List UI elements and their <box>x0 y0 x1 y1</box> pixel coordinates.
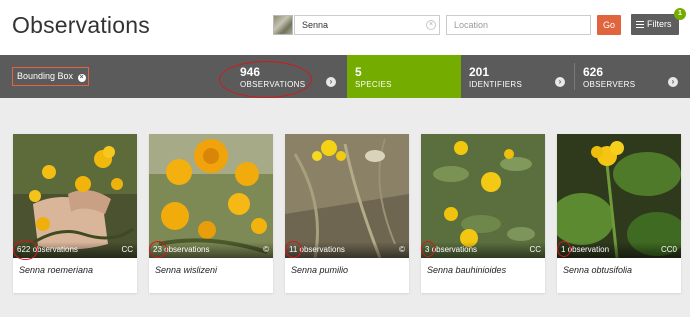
arrow-right-icon: › <box>668 77 678 87</box>
species-name[interactable]: Senna pumilio <box>291 265 348 275</box>
stat-observers-label: OBSERVERS <box>583 80 636 89</box>
stat-observers[interactable]: 626 OBSERVERS › <box>583 55 683 98</box>
bounding-box-label: Bounding Box <box>17 71 74 81</box>
species-photo[interactable]: 23 observations © <box>149 134 273 258</box>
species-card[interactable]: 11 observations © Senna pumilio <box>285 134 409 293</box>
species-card[interactable]: 23 observations © Senna wislizeni <box>149 134 273 293</box>
license-label: © <box>399 245 405 254</box>
stats-bar: Bounding Box × 946 OBSERVATIONS › 5 SPEC… <box>0 55 690 98</box>
arrow-right-icon: › <box>326 77 336 87</box>
stat-species[interactable]: 5 SPECIES <box>355 55 455 98</box>
filters-button[interactable]: Filters <box>631 14 679 35</box>
license-label: CC0 <box>660 245 677 254</box>
annotation-circle-count <box>285 241 302 258</box>
clear-icon[interactable]: × <box>426 20 436 30</box>
species-card[interactable]: 3 observations CC Senna bauhinioides <box>421 134 545 293</box>
go-button[interactable]: Go <box>597 15 621 35</box>
annotation-circle-count <box>13 240 38 260</box>
license-label: CC <box>121 245 133 254</box>
species-photo[interactable]: 3 observations CC <box>421 134 545 258</box>
species-card[interactable]: 1 observation CC0 Senna obtusifolia <box>557 134 681 293</box>
stat-identifiers[interactable]: 201 IDENTIFIERS › <box>469 55 569 98</box>
annotation-circle-count <box>149 241 167 258</box>
bounding-box-button[interactable]: Bounding Box × <box>12 67 89 86</box>
species-card[interactable]: 622 observations CC Senna roemeriana <box>13 134 137 293</box>
filter-lines-icon <box>636 21 644 29</box>
stat-identifiers-label: IDENTIFIERS <box>469 80 523 89</box>
stat-observers-count: 626 <box>583 65 604 79</box>
filter-count-badge: 1 <box>674 8 686 20</box>
annotation-circle-count <box>421 241 435 257</box>
license-label: CC <box>529 245 541 254</box>
species-photo[interactable]: 11 observations © <box>285 134 409 258</box>
species-name[interactable]: Senna bauhinioides <box>427 265 506 275</box>
remove-bounding-box-icon[interactable]: × <box>77 74 86 82</box>
stat-divider <box>574 63 575 90</box>
stat-species-count: 5 <box>355 65 362 79</box>
stat-species-label: SPECIES <box>355 80 392 89</box>
header: Observations Senna × Location Go Filters… <box>0 0 690 55</box>
species-name[interactable]: Senna wislizeni <box>155 265 217 275</box>
species-name[interactable]: Senna obtusifolia <box>563 265 632 275</box>
filters-label: Filters <box>647 19 672 29</box>
page-title: Observations <box>12 12 150 38</box>
arrow-right-icon: › <box>555 77 565 87</box>
stat-identifiers-count: 201 <box>469 65 490 79</box>
annotation-circle-observations <box>219 61 312 98</box>
species-name[interactable]: Senna roemeriana <box>19 265 93 275</box>
license-label: © <box>263 245 269 254</box>
annotation-circle-count <box>557 241 571 257</box>
location-input[interactable]: Location <box>446 15 591 35</box>
taxon-search-input[interactable]: Senna <box>294 15 440 35</box>
taxon-thumbnail-icon <box>273 15 293 35</box>
species-photo[interactable]: 622 observations CC <box>13 134 137 258</box>
species-photo[interactable]: 1 observation CC0 <box>557 134 681 258</box>
